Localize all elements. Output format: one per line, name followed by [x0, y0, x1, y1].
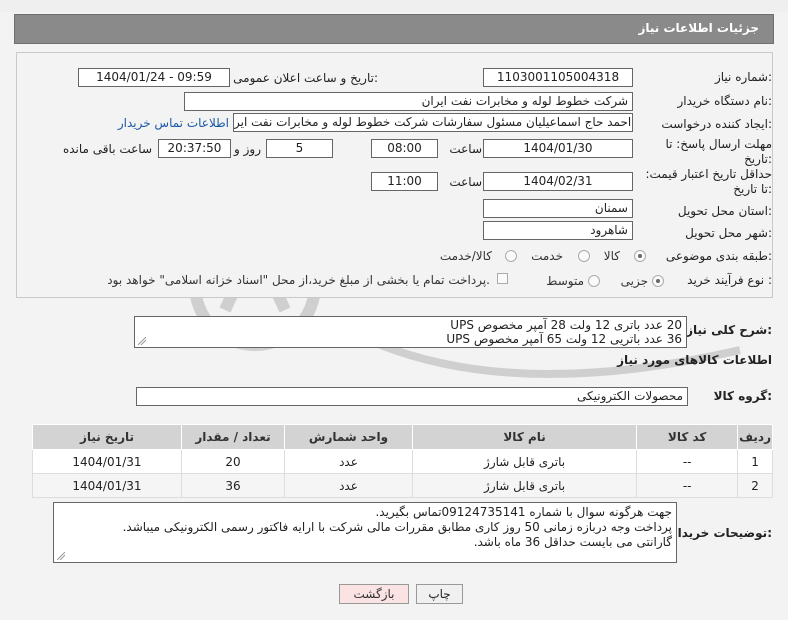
table-header-row: ردیف کد کالا نام کالا واحد شمارش تعداد /…: [32, 424, 773, 450]
creator-label: ایجاد کننده درخواست:: [661, 117, 772, 131]
table-cell: 1404/01/31: [32, 449, 182, 474]
need-number-label: شماره نیاز:: [714, 70, 772, 84]
table-cell: 1404/01/31: [32, 473, 182, 498]
deadline-date-field: 1404/01/30: [483, 139, 633, 158]
table-cell: باتری قابل شارژ: [411, 449, 638, 474]
deadline-time-field: 08:00: [371, 139, 438, 158]
category-service-radio[interactable]: [578, 250, 590, 262]
province-field: سمنان: [483, 199, 633, 218]
treasury-payment-checkbox[interactable]: [497, 273, 508, 284]
announce-date-field: 1404/01/24 - 09:59: [78, 68, 230, 87]
table-cell: 36: [180, 473, 286, 498]
city-label: شهر محل تحویل:: [685, 226, 772, 240]
table-cell: 20: [180, 449, 286, 474]
buyer-notes-line-1: جهت هرگونه سوال با شماره 09124735141تماس…: [375, 505, 672, 519]
col-code-header: کد کالا: [636, 424, 739, 450]
process-partial-option: جزیی: [620, 274, 648, 288]
process-medium-radio[interactable]: [588, 275, 600, 287]
table-cell: باتری قابل شارژ: [411, 473, 638, 498]
city-field: شاهرود: [483, 221, 633, 240]
need-number-field: 1103001105004318: [483, 68, 633, 87]
goods-section-title: اطلاعات کالاهای مورد نیاز: [617, 353, 772, 367]
table-row: 2 -- باتری قابل شارژ عدد 36 1404/01/31: [32, 473, 773, 498]
deadline-time-label: ساعت: [449, 142, 482, 156]
category-goods-service-radio[interactable]: [505, 250, 517, 262]
category-goods-option: کالا: [603, 249, 620, 263]
table-cell: 1: [737, 449, 773, 474]
buyer-label: نام دستگاه خریدار:: [677, 94, 773, 108]
print-button[interactable]: چاپ: [416, 584, 463, 604]
buyer-notes-label: توضیحات خریدار:: [670, 526, 772, 540]
creator-field: احمد حاج اسماعیلیان مسئول سفارشات شرکت خ…: [233, 113, 633, 132]
process-label: نوع فرآیند خرید :: [687, 273, 772, 287]
resize-grip-icon[interactable]: [57, 552, 65, 560]
remaining-time-field: 20:37:50: [158, 139, 231, 158]
announce-date-label: تاریخ و ساعت اعلان عمومی:: [233, 71, 378, 85]
goods-group-field: محصولات الکترونیکی: [136, 387, 688, 406]
table-cell: عدد: [284, 449, 413, 474]
col-name-header: نام کالا: [411, 424, 638, 450]
treasury-payment-note: پرداخت تمام یا بخشی از مبلغ خرید،از محل …: [107, 273, 490, 287]
days-label: روز و: [234, 142, 261, 156]
page-title: جزئیات اطلاعات نیاز: [638, 21, 759, 35]
validity-label: حداقل تاریخ اعتبار قیمت: تا تاریخ:: [645, 167, 772, 196]
category-service-option: خدمت: [531, 249, 563, 263]
resize-grip-icon[interactable]: [138, 337, 146, 345]
table-cell: 2: [737, 473, 773, 498]
category-goods-service-option: کالا/خدمت: [439, 249, 492, 263]
remaining-time-label: ساعت باقی مانده: [62, 142, 152, 156]
buyer-notes-textarea[interactable]: جهت هرگونه سوال با شماره 09124735141تماس…: [53, 502, 677, 563]
page-header: جزئیات اطلاعات نیاز: [14, 14, 774, 44]
table-cell: عدد: [284, 473, 413, 498]
description-textarea[interactable]: 20 عدد باتری 12 ولت 28 آمپر مخصوص UPS 36…: [134, 316, 687, 348]
table-cell: --: [636, 473, 739, 498]
process-medium-option: متوسط: [546, 274, 584, 288]
table-cell: --: [636, 449, 739, 474]
buyer-notes-line-2: پرداخت وجه دربازه زمانی 50 روز کاری مطاب…: [122, 520, 672, 534]
buyer-field: شرکت خطوط لوله و مخابرات نفت ایران: [184, 92, 633, 111]
goods-group-label: گروه کالا:: [713, 389, 772, 403]
col-qty-header: تعداد / مقدار: [180, 424, 286, 450]
goods-table: ردیف کد کالا نام کالا واحد شمارش تعداد /…: [32, 424, 773, 498]
category-goods-radio[interactable]: [634, 250, 646, 262]
top-strip: [0, 0, 788, 12]
col-unit-header: واحد شمارش: [284, 424, 413, 450]
validity-date-field: 1404/02/31: [483, 172, 633, 191]
description-line-2: 36 عدد باتریی 12 ولت 65 آمپر مخصوص UPS: [446, 332, 682, 346]
validity-time-field: 11:00: [371, 172, 438, 191]
col-date-header: تاریخ نیاز: [32, 424, 182, 450]
days-remaining-field: 5: [266, 139, 333, 158]
deadline-label: مهلت ارسال پاسخ: تا تاریخ:: [665, 137, 772, 166]
back-button[interactable]: بازگشت: [339, 584, 409, 604]
table-row: 1 -- باتری قابل شارژ عدد 20 1404/01/31: [32, 449, 773, 474]
buyer-contact-link[interactable]: اطلاعات تماس خریدار: [118, 116, 229, 130]
validity-time-label: ساعت: [449, 175, 482, 189]
province-label: استان محل تحویل:: [677, 204, 772, 218]
description-label: شرح کلی نیاز:: [686, 323, 772, 337]
col-row-header: ردیف: [737, 424, 773, 450]
process-partial-radio[interactable]: [652, 275, 664, 287]
description-line-1: 20 عدد باتری 12 ولت 28 آمپر مخصوص UPS: [450, 318, 682, 332]
buyer-notes-line-3: گارانتی می بایست حداقل 36 ماه باشد.: [473, 535, 672, 549]
category-label: طبقه بندی موضوعی:: [665, 249, 772, 263]
